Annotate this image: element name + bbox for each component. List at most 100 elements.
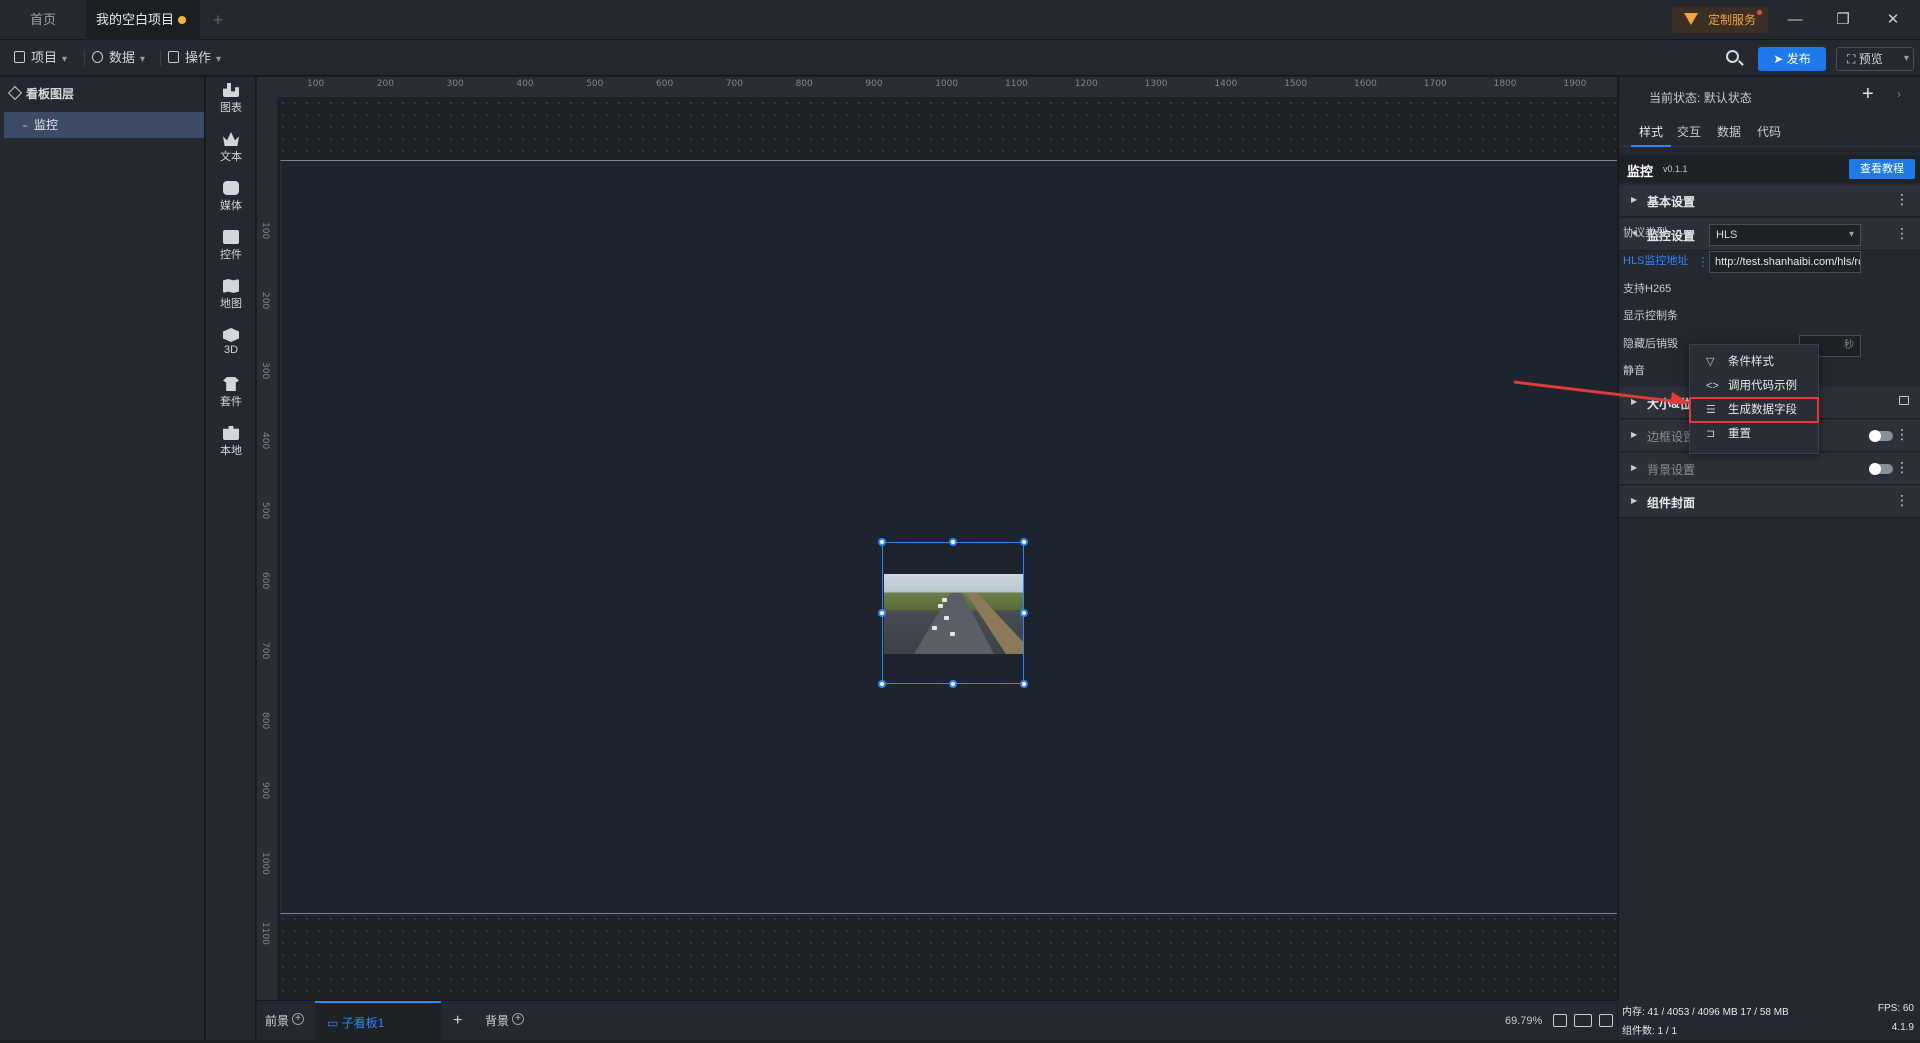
crown-icon xyxy=(223,132,239,146)
more-icon[interactable]: ⋮ xyxy=(1895,426,1909,443)
chevron-right-icon[interactable]: › xyxy=(1897,87,1901,101)
ruler-label: 300 xyxy=(446,79,464,89)
ruler-label: 500 xyxy=(260,502,270,520)
widget-icon xyxy=(223,230,239,244)
resize-handle[interactable] xyxy=(949,538,957,546)
component-text[interactable]: 文本 xyxy=(206,126,256,174)
subboard-label: 子看板1 xyxy=(341,1016,385,1030)
protocol-select[interactable]: HLS ▾ xyxy=(1709,224,1861,246)
publish-label: 发布 xyxy=(1786,52,1811,66)
border-toggle[interactable] xyxy=(1869,430,1893,442)
ruler-label: 700 xyxy=(260,642,270,660)
component-3d[interactable]: 3D xyxy=(206,322,256,370)
add-subboard-button[interactable]: + xyxy=(453,1001,462,1041)
menu-item-code-example[interactable]: <> 调用代码示例 xyxy=(1690,374,1818,398)
component-local[interactable]: 本地 xyxy=(206,420,256,468)
custom-service-button[interactable]: 定制服务 xyxy=(1672,7,1768,33)
component-3d-label: 3D xyxy=(223,344,239,356)
tab-project-label: 我的空白项目 xyxy=(95,12,174,27)
foreground-tab[interactable]: 前景 + xyxy=(265,1001,305,1041)
tutorial-button[interactable]: 查看教程 xyxy=(1849,159,1915,179)
artboard[interactable] xyxy=(280,160,1617,914)
resize-handle[interactable] xyxy=(1020,538,1028,546)
layers-icon xyxy=(7,85,23,101)
add-tab-button[interactable]: + xyxy=(206,0,230,40)
menu-item-generate-data-field[interactable]: ☰ 生成数据字段 xyxy=(1689,397,1819,423)
background-tab[interactable]: 背景 + xyxy=(485,1001,525,1041)
properties-panel: 当前状态: 默认状态 + › 样式 交互 数据 代码 监控 v0.1.1 查看教… xyxy=(1618,77,1920,1000)
more-icon[interactable]: ⋮ xyxy=(1895,492,1909,509)
zoom-level[interactable]: 69.79% xyxy=(1505,1001,1542,1041)
resize-handle[interactable] xyxy=(1020,680,1028,688)
tab-style[interactable]: 样式 xyxy=(1631,117,1671,147)
more-icon[interactable]: ⋮ xyxy=(1895,191,1909,208)
search-button[interactable] xyxy=(1724,48,1744,68)
menu-operate[interactable]: 操作 ▾ xyxy=(168,40,221,76)
tab-project[interactable]: 我的空白项目 xyxy=(86,0,200,40)
ruler-label: 1900 xyxy=(1563,79,1587,89)
tab-interaction[interactable]: 交互 xyxy=(1677,117,1701,147)
tab-code[interactable]: 代码 xyxy=(1757,117,1781,147)
menu-project[interactable]: 项目 ▾ xyxy=(14,40,67,76)
ruler-label: 1100 xyxy=(260,922,270,945)
subboard-tab[interactable]: ▭ 子看板1 xyxy=(315,1001,441,1041)
component-map[interactable]: 地图 xyxy=(206,273,256,321)
lock-icon[interactable] xyxy=(1899,396,1909,405)
monitor-widget[interactable] xyxy=(878,538,1028,688)
ruler-label: 1300 xyxy=(1144,79,1168,89)
state-value: 默认状态 xyxy=(1703,91,1752,105)
reset-icon: ⊐ xyxy=(1706,428,1716,440)
add-background-icon[interactable]: + xyxy=(512,1013,525,1025)
menu-operate-label: 操作 xyxy=(185,50,212,65)
ruler-label: 600 xyxy=(260,572,270,590)
component-chart[interactable]: 图表 xyxy=(206,77,256,125)
component-media[interactable]: 媒体 xyxy=(206,175,256,223)
publish-button[interactable]: ➤ 发布 xyxy=(1758,47,1826,71)
background-toggle[interactable] xyxy=(1869,463,1893,475)
resize-handle[interactable] xyxy=(949,680,957,688)
foreground-label: 前景 xyxy=(265,1014,290,1028)
resize-handle[interactable] xyxy=(878,538,886,546)
resize-handle[interactable] xyxy=(878,609,886,617)
toolbar: 项目 ▾ 数据 ▾ 操作 ▾ ➤ 发布 ⛶ 预览 ▾ xyxy=(0,40,1920,76)
tab-data[interactable]: 数据 xyxy=(1717,117,1741,147)
resize-handle[interactable] xyxy=(1020,609,1028,617)
add-state-button[interactable]: + xyxy=(1862,83,1874,106)
current-state[interactable]: 当前状态: 默认状态 xyxy=(1649,89,1752,106)
add-foreground-icon[interactable]: + xyxy=(292,1013,305,1025)
component-widget[interactable]: 控件 xyxy=(206,224,256,272)
video-preview-image xyxy=(884,574,1023,654)
keyboard-icon[interactable] xyxy=(1574,1014,1592,1027)
car-shape xyxy=(950,632,955,636)
section-cover[interactable]: ▶ 组件封面 ⋮ xyxy=(1619,486,1920,518)
hls-url-input[interactable]: http://test.shanhaibi.com/hls/road xyxy=(1709,251,1861,273)
section-basic[interactable]: ▶ 基本设置 ⋮ xyxy=(1619,185,1920,217)
unsaved-dot-icon xyxy=(178,16,186,24)
state-label: 当前状态: xyxy=(1649,91,1701,105)
minimize-button[interactable]: — xyxy=(1772,0,1818,40)
tab-home[interactable]: 首页 xyxy=(0,0,86,40)
annotation-arrow xyxy=(1513,380,1690,404)
resize-handle[interactable] xyxy=(878,680,886,688)
component-text-label: 文本 xyxy=(220,151,242,163)
layer-item-monitor[interactable]: ⌁ 监控 xyxy=(4,112,204,138)
close-button[interactable]: ✕ xyxy=(1870,0,1916,40)
canvas-area[interactable] xyxy=(277,97,1617,1000)
terminal-icon[interactable] xyxy=(1599,1014,1613,1027)
section-background[interactable]: ▶ 背景设置 ⋮ xyxy=(1619,453,1920,485)
car-shape xyxy=(942,598,947,602)
menu-item-label: 生成数据字段 xyxy=(1728,404,1797,416)
preview-button[interactable]: ⛶ 预览 ▾ xyxy=(1836,47,1914,71)
menu-data-label: 数据 xyxy=(109,50,136,65)
more-icon[interactable]: ⋮ xyxy=(1895,459,1909,476)
menu-item-condition-style[interactable]: ▽ 条件样式 xyxy=(1690,350,1818,374)
component-kit[interactable]: 套件 xyxy=(206,371,256,419)
fit-screen-icon[interactable] xyxy=(1553,1014,1567,1027)
field-more-icon[interactable]: ⋮ xyxy=(1697,255,1709,269)
restore-button[interactable]: ❐ xyxy=(1820,0,1866,40)
menu-data[interactable]: 数据 ▾ xyxy=(92,40,145,76)
section-border-title: 边框设置 xyxy=(1647,430,1696,444)
search-icon-handle xyxy=(1738,60,1744,66)
menu-item-reset[interactable]: ⊐ 重置 xyxy=(1690,422,1818,446)
more-icon[interactable]: ⋮ xyxy=(1895,225,1909,242)
